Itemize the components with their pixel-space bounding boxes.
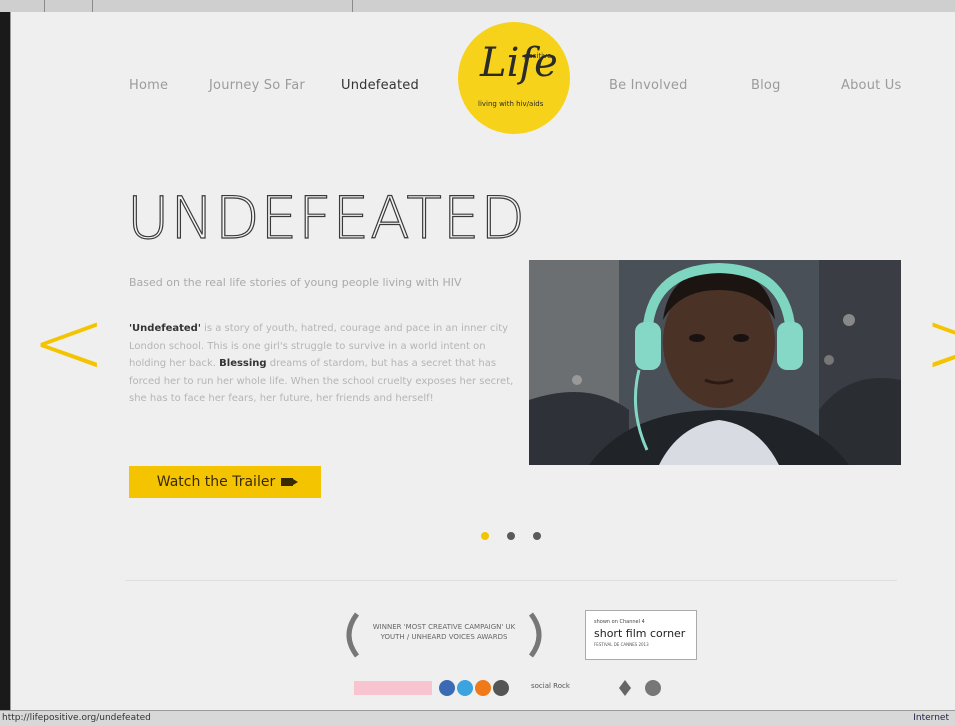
status-url: http://lifepositive.org/undefeated [2, 713, 151, 723]
sfc-bottom-text: FESTIVAL DE CANNES 2013 [594, 642, 649, 647]
short-film-corner-badge: shown on Channel 4 short film corner FES… [585, 610, 697, 660]
carousel-dot-2[interactable] [507, 532, 515, 540]
section-divider [125, 580, 897, 581]
toolbar-divider [92, 0, 93, 12]
hero-description: 'Undefeated' is a story of youth, hatred… [129, 320, 521, 408]
hero-title: UNDEFEATED [126, 183, 527, 252]
award-text: WINNER 'MOST CREATIVE CAMPAIGN' UK YOUTH… [372, 623, 516, 641]
nav-be-involved[interactable]: Be Involved [609, 78, 688, 93]
email-icon[interactable] [493, 680, 509, 696]
sfc-main-text: short film corner [594, 627, 686, 640]
facebook-icon[interactable] [439, 680, 455, 696]
browser-status-bar: http://lifepositive.org/undefeated Inter… [0, 710, 955, 726]
desc-character: Blessing [219, 358, 267, 369]
pink-banner [354, 681, 432, 695]
status-zone: Internet [913, 713, 949, 723]
partner-logo-icon [619, 680, 661, 696]
watch-trailer-label: Watch the Trailer [156, 474, 276, 490]
carousel-dot-1[interactable] [481, 532, 489, 540]
logo-wordmark: Life [480, 40, 558, 86]
hero-photo [529, 260, 901, 465]
twitter-icon[interactable] [457, 680, 473, 696]
nav-journey-so-far[interactable]: Journey So Far [209, 78, 305, 93]
carousel-dot-3[interactable] [533, 532, 541, 540]
video-camera-icon [281, 478, 299, 486]
watch-trailer-button[interactable]: Watch the Trailer [129, 466, 321, 498]
page-viewport: Home Journey So Far Undefeated positive … [10, 12, 955, 710]
desc-title: 'Undefeated' [129, 323, 201, 334]
rss-icon[interactable] [475, 680, 491, 696]
nav-undefeated[interactable]: Undefeated [341, 78, 419, 93]
toolbar-divider [352, 0, 353, 12]
logo-tagline-bottom: living with hiv/aids [478, 100, 544, 108]
carousel-next-arrow[interactable]: > [923, 290, 955, 395]
carousel-prev-arrow[interactable]: < [31, 290, 106, 395]
browser-top-strip [0, 0, 955, 12]
hero-photo-illustration [529, 260, 901, 465]
hero-subtitle: Based on the real life stories of young … [129, 276, 462, 289]
partner-logos: social Rock [531, 682, 570, 690]
nav-blog[interactable]: Blog [751, 78, 781, 93]
site-logo[interactable]: positive Life living with hiv/aids [458, 22, 570, 134]
toolbar-divider [44, 0, 45, 12]
nav-about-us[interactable]: About Us [841, 78, 901, 93]
nav-home[interactable]: Home [129, 78, 168, 93]
award-laurel: WINNER 'MOST CREATIVE CAMPAIGN' UK YOUTH… [333, 610, 555, 660]
sfc-top-text: shown on Channel 4 [594, 619, 645, 625]
